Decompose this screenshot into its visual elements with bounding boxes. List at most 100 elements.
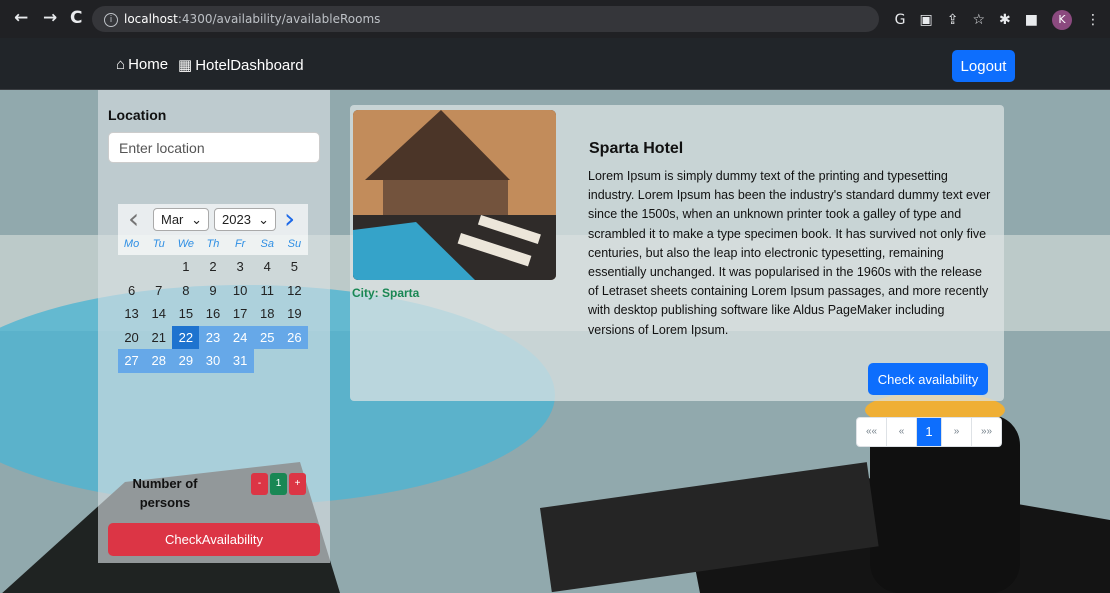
translate-icon[interactable]: ▣ (920, 12, 933, 28)
hotel-name: Sparta Hotel (589, 140, 684, 157)
hotel-photo-illustration (353, 110, 556, 280)
calendar-day[interactable]: 10 (227, 279, 254, 303)
calendar-empty-cell (145, 255, 172, 279)
home-icon: ⌂ (116, 56, 126, 73)
availability-search-panel: Location ‹ Mar⌄ 2023⌄ › MoTuWeThFrSaSu 1… (98, 90, 330, 563)
calendar-weekday: Sa (260, 238, 274, 250)
check-availability-button[interactable]: Check availability (868, 363, 988, 395)
number-of-persons-label: Number of persons (132, 476, 198, 510)
calendar-day[interactable]: 9 (199, 279, 226, 303)
decrease-persons-button[interactable]: - (251, 473, 268, 495)
calendar-day[interactable]: 11 (254, 279, 281, 303)
calendar-weekday: Th (206, 238, 220, 250)
first-page-button[interactable]: «« (857, 418, 887, 446)
chevron-down-icon: ⌄ (258, 212, 269, 227)
calendar-weekday: Su (287, 238, 302, 250)
last-page-button[interactable]: »» (972, 418, 1001, 446)
hotel-dashboard-label: HotelDashboard (195, 56, 304, 74)
home-link-label: Home (128, 56, 169, 73)
calendar-day[interactable]: 6 (118, 279, 145, 303)
calendar-empty-cell (118, 255, 145, 279)
current-page-button[interactable]: 1 (917, 418, 942, 446)
logout-button[interactable]: Logout (952, 50, 1015, 82)
calendar-day[interactable]: 26 (280, 325, 308, 349)
next-page-button[interactable]: » (942, 418, 972, 446)
photo-building (383, 180, 508, 220)
reload-icon[interactable]: C (70, 8, 82, 28)
bookmark-star-icon[interactable]: ☆ (972, 12, 985, 28)
calendar-day[interactable]: 4 (254, 255, 281, 279)
calendar-day[interactable]: 12 (281, 279, 308, 303)
home-link[interactable]: ⌂ Home (116, 56, 168, 73)
check-availability-search-button[interactable]: CheckAvailability (108, 523, 320, 556)
url-path: :4300/availability/availableRooms (177, 12, 381, 26)
calendar-weekday: Mo (123, 238, 140, 250)
calendar-day[interactable]: 23 (199, 325, 227, 349)
hotel-card: City: Sparta Sparta Hotel Lorem Ipsum is… (350, 105, 1004, 401)
hotel-dashboard-link[interactable]: ▦ HotelDashboard (178, 56, 304, 75)
calendar-day[interactable]: 20 (118, 326, 145, 350)
calendar-day[interactable]: 2 (199, 255, 226, 279)
calendar-day[interactable]: 17 (227, 302, 254, 326)
browser-actions: G ▣ ⇪ ☆ ✱ ■ K ⋮ (895, 10, 1100, 30)
calendar-day[interactable]: 27 (118, 349, 146, 373)
share-icon[interactable]: ⇪ (947, 12, 959, 28)
calendar-day[interactable]: 15 (172, 302, 199, 326)
calendar-day[interactable]: 3 (227, 255, 254, 279)
persons-stepper: - 1 + (251, 473, 306, 495)
google-icon[interactable]: G (895, 12, 906, 28)
persons-count: 1 (270, 473, 287, 495)
calendar-weekdays: Mo Tu We Th Fr Sa Su (118, 234, 308, 255)
site-info-icon[interactable]: i (104, 12, 118, 27)
calendar-day[interactable]: 1 (172, 255, 199, 279)
hotel-background-image: Location ‹ Mar⌄ 2023⌄ › MoTuWeThFrSaSu 1… (0, 90, 1110, 593)
calendar-day[interactable]: 16 (199, 302, 226, 326)
calendar-day[interactable]: 25 (253, 325, 281, 349)
calendar-weekday: Fr (234, 238, 246, 250)
side-panel-icon[interactable]: ■ (1025, 12, 1038, 28)
calendar-day[interactable]: 31 (226, 349, 254, 373)
date-range-calendar: ‹ Mar ⌄ 2023 ⌄ › Mo Tu We Th Fr Sa Su 1234567891… (118, 204, 308, 392)
previous-month-icon[interactable]: ‹ (128, 205, 139, 233)
calendar-days: 1 2 3 4 5 6 7 8 9 10 11 12 13 14 15 16 17 18 19 20 21 22 23 24 2… (118, 255, 308, 373)
selected-month: Mar (161, 212, 184, 227)
calendar-day[interactable]: 28 (145, 349, 173, 373)
calendar-day[interactable]: 13 (118, 302, 145, 326)
forward-icon[interactable]: → (43, 8, 57, 28)
calendar-weekday: Tu (152, 238, 165, 250)
location-input[interactable] (108, 132, 320, 163)
pagination: «« « 1 » »» (856, 417, 1002, 447)
back-icon[interactable]: ← (14, 8, 28, 28)
address-bar[interactable]: i localhost:4300/availability/availableRo… (92, 6, 879, 32)
url-host: localhost (124, 12, 178, 26)
calendar-header: ‹ Mar ⌄ 2023 ⌄ › (118, 204, 308, 234)
year-select[interactable]: 2023 ⌄ (214, 208, 276, 231)
previous-page-button[interactable]: « (887, 418, 917, 446)
calendar-day[interactable]: 24 (226, 325, 254, 349)
calendar-day[interactable]: 5 (281, 255, 308, 279)
increase-persons-button[interactable]: + (289, 473, 306, 495)
chevron-down-icon: ⌄ (191, 212, 202, 227)
hotel-photo (353, 110, 556, 280)
hotel-dashboard-icon: ▦ (178, 57, 193, 74)
calendar-day[interactable]: 19 (281, 302, 308, 326)
calendar-day[interactable]: 7 (145, 279, 172, 303)
calendar-day[interactable]: 18 (254, 302, 281, 326)
app-navbar: ⌂ Home ▦ HotelDashboard Logout (0, 38, 1110, 90)
hotel-description: Lorem Ipsum is simply dummy text of the … (588, 169, 991, 337)
calendar-day[interactable]: 8 (172, 279, 199, 303)
browser-menu-icon[interactable]: ⋮ (1086, 12, 1100, 28)
hotel-city: City: Sparta (352, 286, 420, 300)
selected-year: 2023 (222, 212, 251, 227)
next-month-icon[interactable]: › (284, 205, 295, 233)
location-label: Location (108, 107, 167, 123)
month-select[interactable]: Mar ⌄ (153, 208, 209, 231)
calendar-weekday: We (177, 238, 194, 250)
extensions-icon[interactable]: ✱ (999, 12, 1011, 28)
calendar-day[interactable]: 14 (145, 302, 172, 326)
calendar-day[interactable]: 22 (172, 325, 200, 349)
calendar-day[interactable]: 30 (199, 349, 227, 373)
calendar-day[interactable]: 21 (145, 326, 172, 350)
calendar-day[interactable]: 29 (172, 349, 200, 373)
profile-avatar[interactable]: K (1052, 10, 1072, 30)
